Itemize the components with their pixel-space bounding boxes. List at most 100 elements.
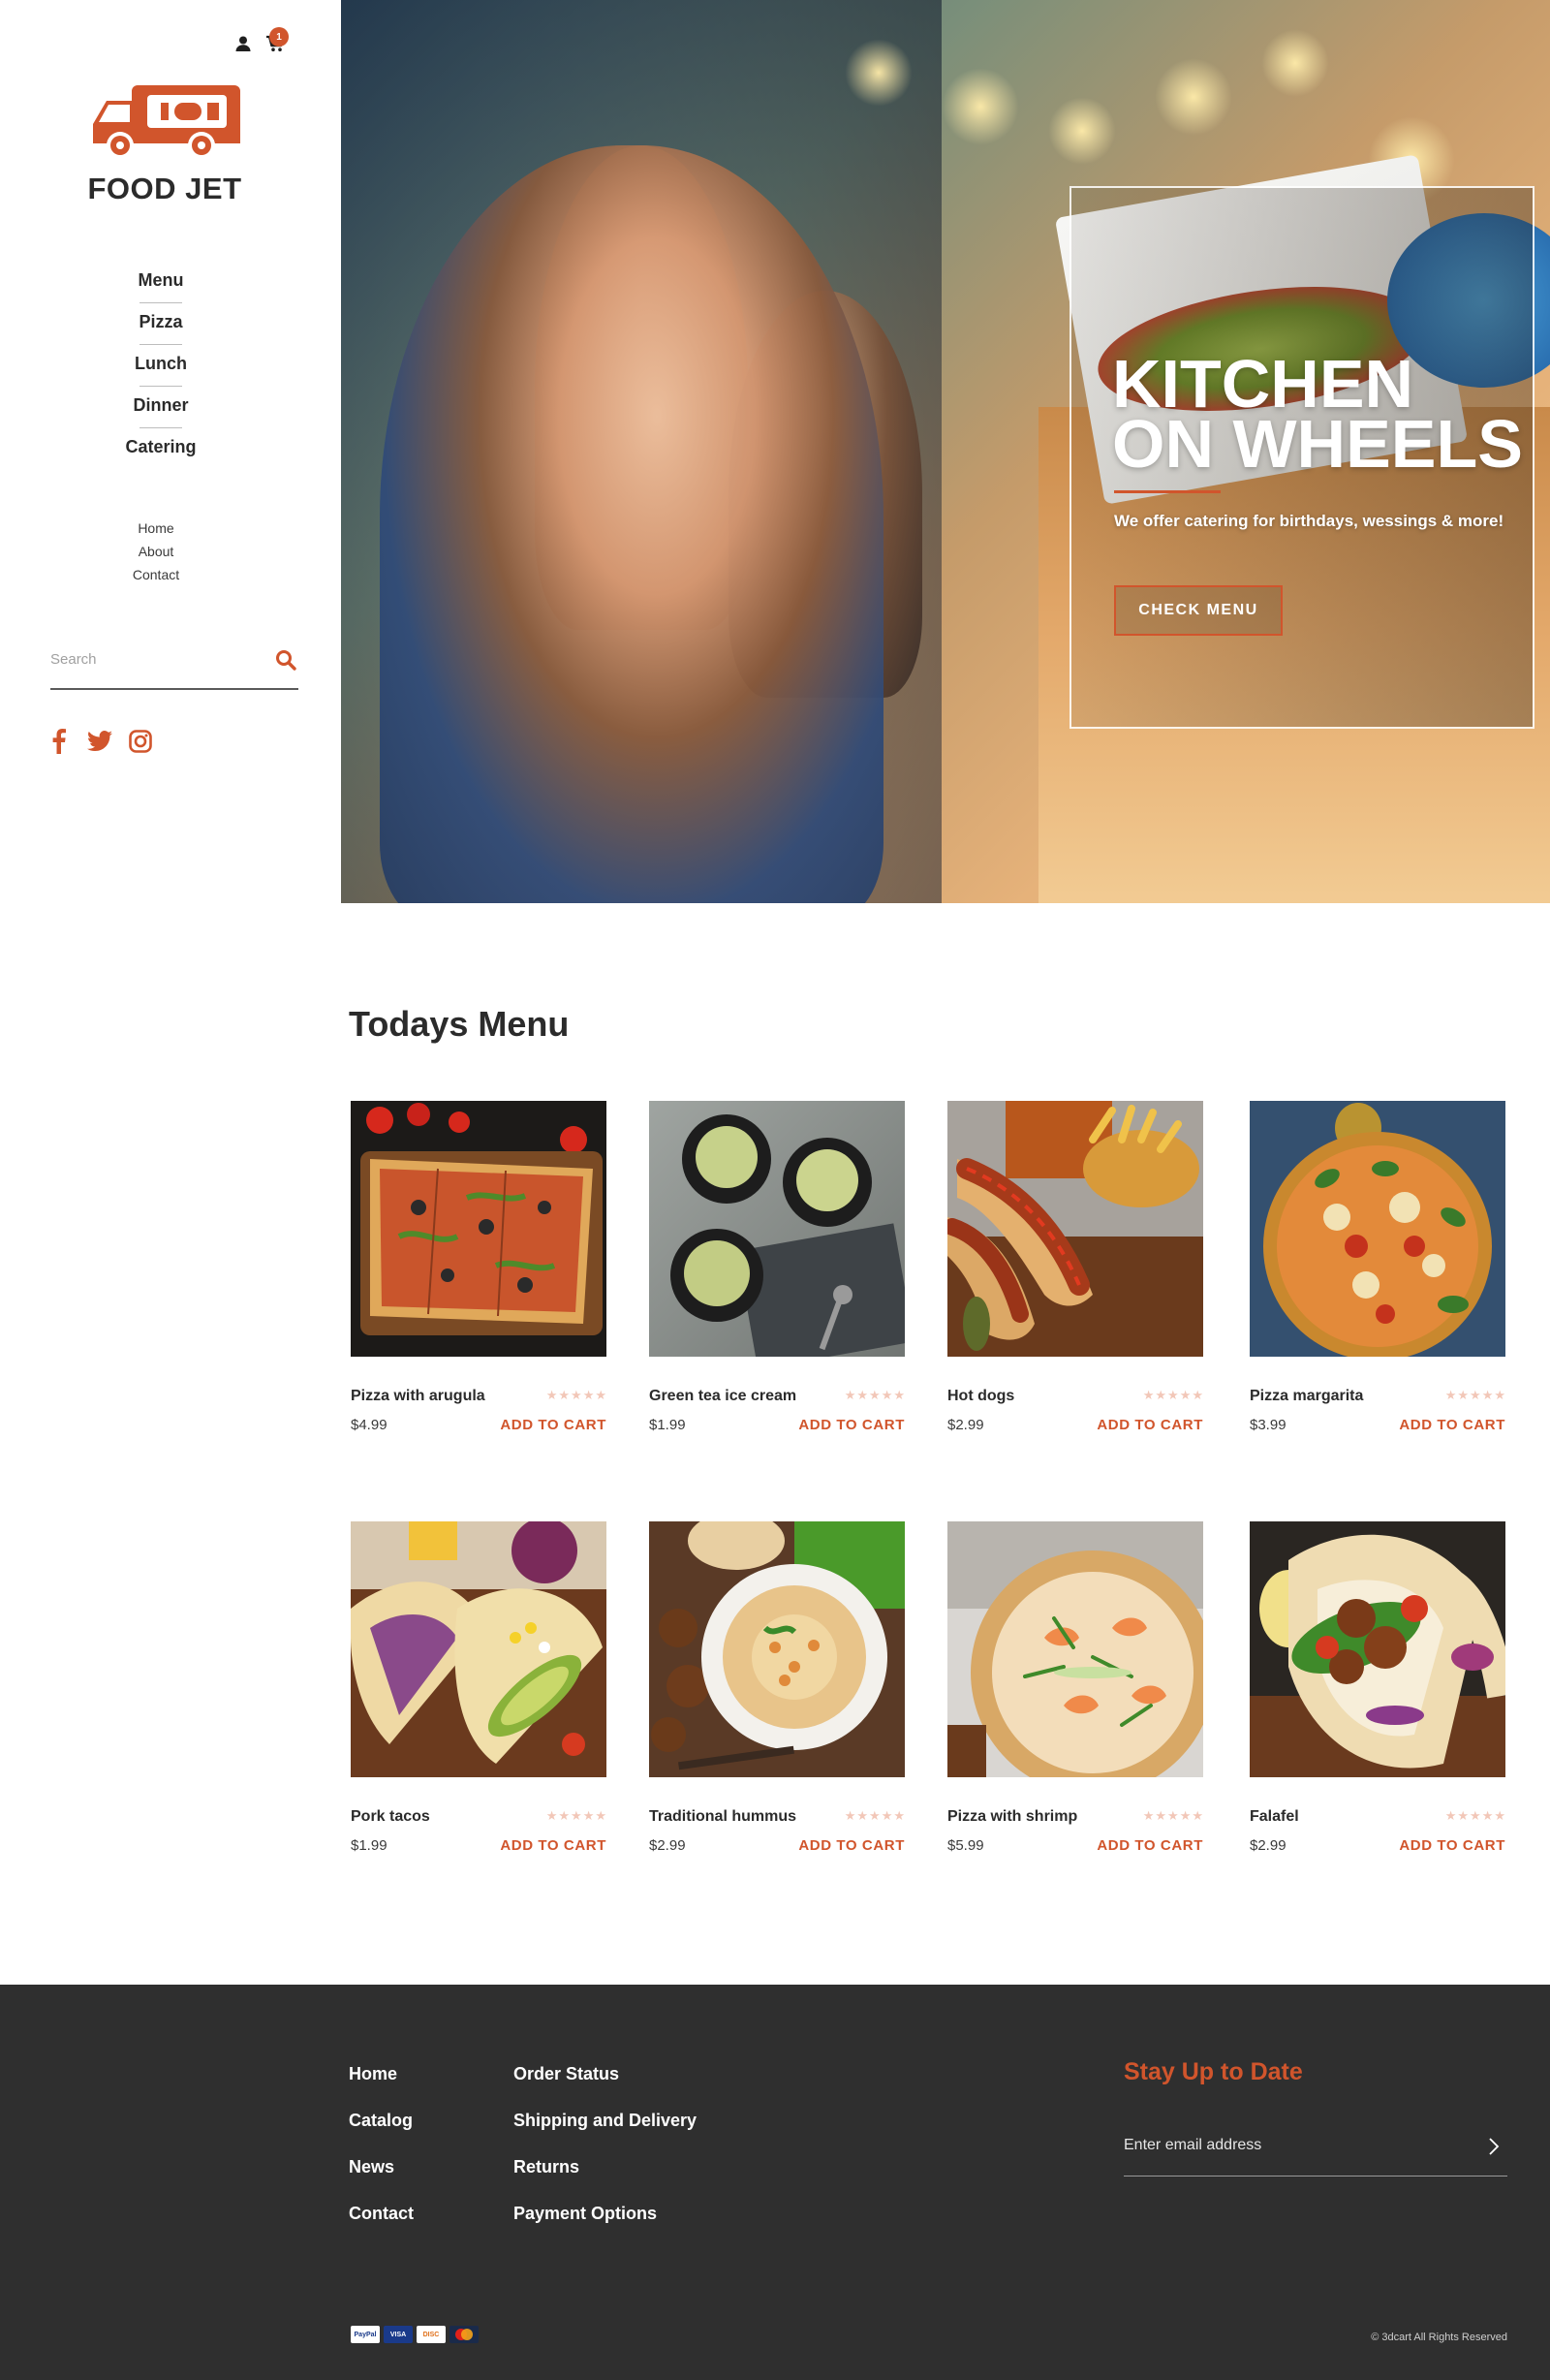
add-to-cart-button[interactable]: ADD TO CART <box>500 1837 606 1854</box>
star-icon: ★ <box>1494 1808 1505 1823</box>
copyright: © 3dcart All Rights Reserved <box>1371 2332 1507 2343</box>
nav-link-dinner[interactable]: Dinner <box>97 387 225 427</box>
product-rating: ★ ★ ★ ★ ★ <box>1445 1388 1505 1403</box>
add-to-cart-button[interactable]: ADD TO CART <box>500 1417 606 1433</box>
hero-banner: KITCHEN ON WHEELS We offer catering for b… <box>341 0 1550 903</box>
visa-icon: VISA <box>384 2326 413 2343</box>
add-to-cart-button[interactable]: ADD TO CART <box>1399 1837 1505 1854</box>
product-name[interactable]: Pizza with shrimp <box>947 1808 1077 1826</box>
product-image-green-tea-ice-cream[interactable] <box>649 1101 905 1357</box>
nav-link-lunch[interactable]: Lunch <box>97 345 225 386</box>
product-image-hot-dogs[interactable] <box>947 1101 1203 1357</box>
product-name[interactable]: Pizza margarita <box>1250 1388 1363 1405</box>
product-name[interactable]: Traditional hummus <box>649 1808 796 1826</box>
star-icon: ★ <box>1142 1388 1155 1402</box>
product-image-pizza-margarita[interactable] <box>1250 1101 1505 1357</box>
star-icon: ★ <box>545 1388 558 1402</box>
nav-link-about[interactable]: About <box>116 540 196 563</box>
star-icon: ★ <box>1470 1808 1481 1823</box>
product-image-pork-tacos[interactable] <box>351 1521 606 1777</box>
star-icon: ★ <box>1179 1808 1192 1823</box>
add-to-cart-button[interactable]: ADD TO CART <box>1399 1417 1505 1433</box>
footer-link-contact[interactable]: Contact <box>349 2190 414 2237</box>
nav-link-catering[interactable]: Catering <box>97 428 225 469</box>
footer-link-order-status[interactable]: Order Status <box>513 2051 697 2097</box>
menu-section-title: Todays Menu <box>349 1004 570 1044</box>
footer-link-payment-options[interactable]: Payment Options <box>513 2190 697 2237</box>
star-icon: ★ <box>881 1388 893 1402</box>
logo[interactable]: FOOD JET <box>87 81 242 206</box>
footer-link-catalog[interactable]: Catalog <box>349 2097 414 2144</box>
product-card: Green tea ice cream ★ ★ ★ ★ ★ $1.99 ADD TO C… <box>649 1101 905 1433</box>
footer-link-item: Payment Options <box>513 2190 697 2237</box>
payment-methods: PayPal VISA DISC <box>351 2326 479 2343</box>
mastercard-icon <box>450 2326 479 2343</box>
product-rating: ★ ★ ★ ★ ★ <box>1143 1388 1203 1403</box>
hero-subtitle: We offer catering for birthdays, wessing… <box>1114 512 1504 530</box>
star-icon: ★ <box>1155 1808 1167 1823</box>
secondary-nav-item: Home <box>116 517 196 540</box>
account-icon[interactable] <box>234 35 254 54</box>
star-icon: ★ <box>893 1388 905 1402</box>
search-input[interactable] <box>50 642 254 676</box>
search-icon[interactable] <box>275 649 296 671</box>
star-icon: ★ <box>1494 1388 1505 1402</box>
nav-link-pizza[interactable]: Pizza <box>97 303 225 344</box>
star-icon: ★ <box>869 1808 881 1823</box>
product-name[interactable]: Pork tacos <box>351 1808 430 1826</box>
footer-links-customer: Order Status Shipping and Delivery Retur… <box>513 2051 697 2237</box>
hero-divider <box>1114 490 1221 493</box>
star-icon: ★ <box>1444 1388 1457 1402</box>
product-card: Pork tacos ★ ★ ★ ★ ★ $1.99 ADD TO CART <box>351 1521 606 1854</box>
nav-link-home[interactable]: Home <box>116 517 196 540</box>
star-icon: ★ <box>1481 1388 1494 1402</box>
product-name[interactable]: Falafel <box>1250 1808 1299 1826</box>
add-to-cart-button[interactable]: ADD TO CART <box>1097 1417 1203 1433</box>
footer-link-home[interactable]: Home <box>349 2051 414 2097</box>
nav-item-lunch: Lunch <box>97 345 225 387</box>
star-icon: ★ <box>844 1808 856 1823</box>
paypal-icon: PayPal <box>351 2326 380 2343</box>
add-to-cart-button[interactable]: ADD TO CART <box>798 1837 905 1854</box>
star-icon: ★ <box>595 1388 606 1402</box>
product-rating: ★ ★ ★ ★ ★ <box>845 1388 905 1403</box>
star-icon: ★ <box>595 1808 606 1823</box>
star-icon: ★ <box>856 1808 869 1823</box>
footer-link-shipping[interactable]: Shipping and Delivery <box>513 2097 697 2144</box>
footer-link-item: Shipping and Delivery <box>513 2097 697 2144</box>
nav-item-dinner: Dinner <box>97 387 225 428</box>
check-menu-button[interactable]: CHECK MENU <box>1114 585 1283 636</box>
secondary-nav: Home About Contact <box>116 517 196 586</box>
secondary-nav-item: Contact <box>116 563 196 586</box>
product-rating: ★ ★ ★ ★ ★ <box>546 1808 606 1824</box>
footer-link-news[interactable]: News <box>349 2144 414 2190</box>
add-to-cart-button[interactable]: ADD TO CART <box>798 1417 905 1433</box>
search-box <box>50 642 298 690</box>
star-icon: ★ <box>582 1388 595 1402</box>
star-icon: ★ <box>558 1808 571 1823</box>
product-name[interactable]: Pizza with arugula <box>351 1388 485 1405</box>
footer-link-returns[interactable]: Returns <box>513 2144 697 2190</box>
twitter-icon[interactable] <box>87 729 112 754</box>
customer-figure <box>380 145 884 903</box>
instagram-icon[interactable] <box>128 729 153 754</box>
product-image-pizza-arugula[interactable] <box>351 1101 606 1357</box>
chevron-right-icon[interactable] <box>1488 2138 1504 2155</box>
primary-nav: Menu Pizza Lunch Dinner Catering <box>97 262 225 469</box>
nav-link-contact[interactable]: Contact <box>116 563 196 586</box>
product-name[interactable]: Green tea ice cream <box>649 1388 796 1405</box>
product-image-pizza-shrimp[interactable] <box>947 1521 1203 1777</box>
product-name[interactable]: Hot dogs <box>947 1388 1014 1405</box>
nav-link-menu[interactable]: Menu <box>97 262 225 302</box>
string-light <box>1261 29 1329 97</box>
hero-title: KITCHEN ON WHEELS <box>1112 350 1538 478</box>
product-image-hummus[interactable] <box>649 1521 905 1777</box>
star-icon: ★ <box>844 1388 856 1402</box>
header-icons: 1 <box>234 27 289 54</box>
product-price: $2.99 <box>1250 1837 1286 1854</box>
newsletter-email-input[interactable] <box>1124 2128 1453 2163</box>
add-to-cart-button[interactable]: ADD TO CART <box>1097 1837 1203 1854</box>
product-image-falafel[interactable] <box>1250 1521 1505 1777</box>
facebook-icon[interactable] <box>46 729 72 754</box>
star-icon: ★ <box>1457 1808 1470 1823</box>
